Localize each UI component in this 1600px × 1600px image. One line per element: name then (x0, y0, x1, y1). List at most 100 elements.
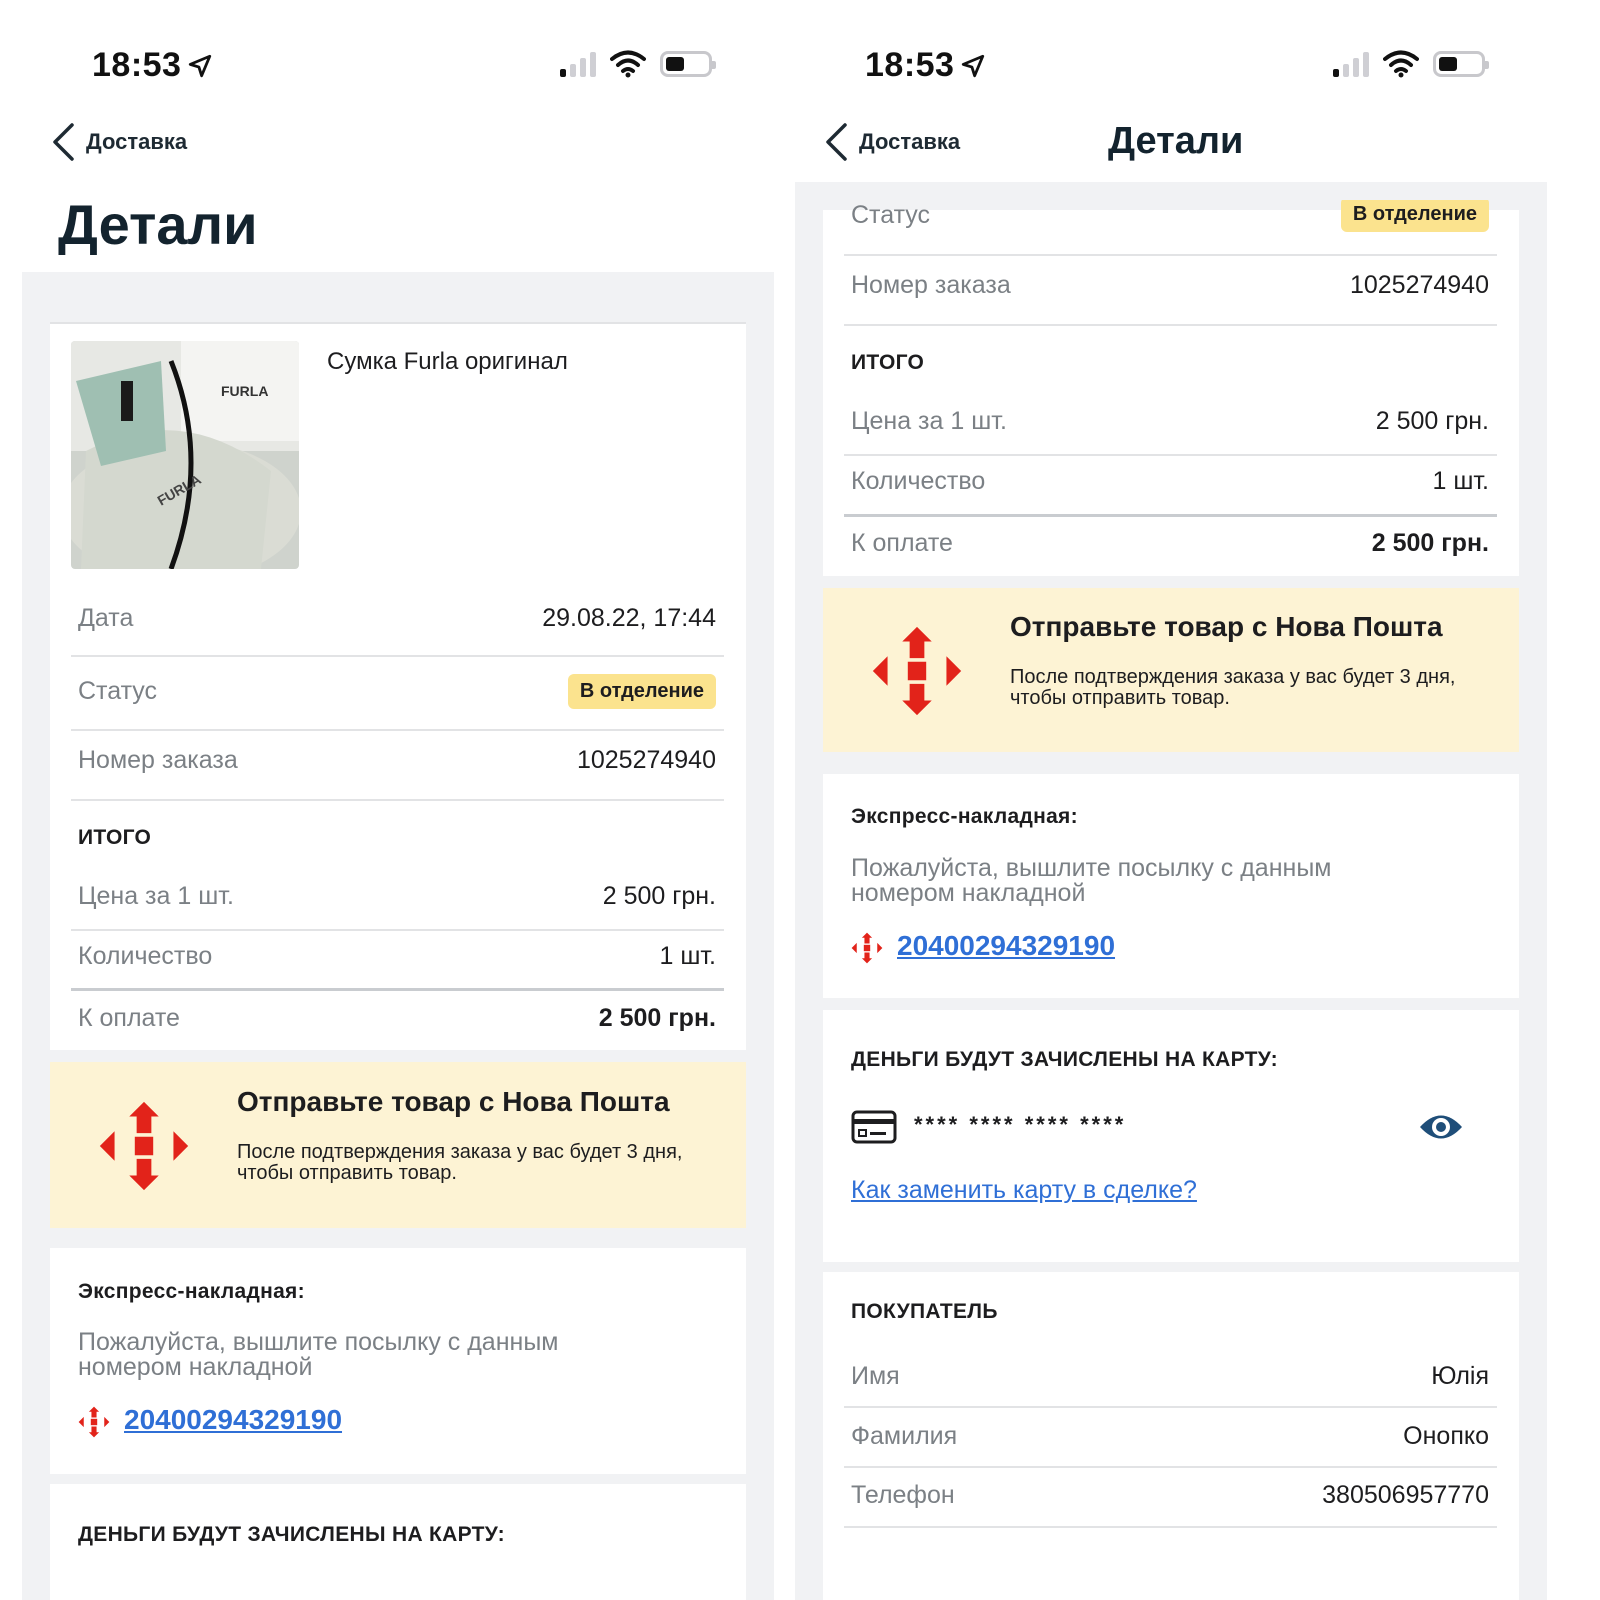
battery-icon (1433, 51, 1489, 77)
nova-poshta-small-icon (78, 1406, 110, 1438)
total-label: К оплате (851, 529, 953, 557)
totals-header: ИТОГО (78, 826, 152, 849)
waybill-text: Пожалуйста, вышлите посылку с данным ном… (78, 1330, 558, 1380)
price-row: Цена за 1 шт. 2 500 грн. (78, 882, 716, 911)
nova-poshta-small-icon (851, 932, 883, 964)
buyer-name-value: Юлія (1431, 1362, 1489, 1390)
quantity-label: Количество (851, 467, 986, 495)
page-title: Детали (58, 193, 258, 256)
total-value: 2 500 грн. (1371, 529, 1489, 557)
divider (71, 655, 724, 657)
payout-header: ДЕНЬГИ БУДУТ ЗАЧИСЛЕНЫ НА КАРТУ: (851, 1048, 1278, 1071)
buyer-header: ПОКУПАТЕЛЬ (851, 1300, 998, 1323)
quantity-value: 1 шт. (659, 942, 716, 970)
wifi-icon (1383, 50, 1419, 78)
location-arrow-icon (189, 54, 212, 77)
nav-title: Детали (1108, 120, 1244, 162)
divider (844, 254, 1497, 256)
buyer-phone-row: Телефон 380506957770 (851, 1481, 1489, 1510)
total-row: К оплате 2 500 грн. (78, 1004, 716, 1033)
location-arrow-icon (962, 54, 985, 77)
back-label: Доставка (86, 129, 188, 154)
time-text: 18:53 (865, 46, 955, 84)
waybill-number-link[interactable]: 20400294329190 (897, 930, 1115, 962)
order-number-value: 1025274940 (1349, 271, 1489, 299)
quantity-row: Количество 1 шт. (78, 942, 716, 971)
nova-poshta-text: После подтверждения заказа у вас будет 3… (237, 1142, 682, 1184)
signal-icon (560, 51, 596, 77)
status-label: Статус (851, 200, 931, 229)
divider (71, 729, 724, 731)
product-title[interactable]: Сумка Furla оригинал (327, 348, 568, 376)
date-label: Дата (78, 604, 134, 632)
buyer-phone-value[interactable]: 380506957770 (1322, 1481, 1489, 1510)
status-icons (560, 50, 716, 78)
status-label: Статус (78, 677, 158, 705)
quantity-value: 1 шт. (1432, 467, 1489, 495)
waybill-text: Пожалуйста, вышлите посылку с данным ном… (851, 856, 1331, 906)
nova-poshta-title: Отправьте товар с Нова Пошта (237, 1086, 670, 1117)
divider (71, 929, 724, 931)
divider (844, 1466, 1497, 1468)
nova-poshta-text: После подтверждения заказа у вас будет 3… (1010, 667, 1455, 709)
nova-poshta-text-line: После подтверждения заказа у вас будет 3… (1010, 666, 1456, 688)
buyer-name-label: Имя (851, 1362, 900, 1390)
nova-poshta-logo-icon (872, 626, 962, 716)
date-row: Дата 29.08.22, 17:44 (78, 604, 716, 633)
nova-poshta-title: Отправьте товар с Нова Пошта (1010, 611, 1443, 642)
change-card-link[interactable]: Как заменить карту в сделке? (851, 1176, 1197, 1205)
eye-icon[interactable] (1418, 1108, 1464, 1146)
back-label: Доставка (859, 129, 961, 154)
credit-card-icon (851, 1110, 897, 1144)
nova-poshta-text-line: После подтверждения заказа у вас будет 3… (237, 1141, 683, 1163)
quantity-row: Количество 1 шт. (851, 467, 1489, 496)
divider (844, 324, 1497, 326)
battery-icon (660, 51, 716, 77)
order-number-row: Номер заказа 1025274940 (851, 271, 1489, 300)
buyer-surname-value: Онопко (1403, 1422, 1489, 1450)
total-label: К оплате (78, 1004, 180, 1032)
price-label: Цена за 1 шт. (851, 407, 1007, 435)
status-row: Статус В отделение (851, 200, 1489, 236)
waybill-text-line: Пожалуйста, вышлите посылку с данным (78, 1328, 559, 1356)
status-row: Статус В отделение (78, 674, 716, 709)
payout-header: ДЕНЬГИ БУДУТ ЗАЧИСЛЕНЫ НА КАРТУ: (78, 1523, 505, 1546)
divider (71, 988, 724, 991)
order-number-label: Номер заказа (78, 746, 238, 774)
chevron-left-icon (826, 123, 847, 161)
order-number-row: Номер заказа 1025274940 (78, 746, 716, 775)
back-button[interactable]: Доставка (50, 122, 187, 162)
date-value: 29.08.22, 17:44 (542, 604, 716, 632)
status-icons (1333, 50, 1489, 78)
waybill-number-link[interactable]: 20400294329190 (124, 1404, 342, 1436)
signal-icon (1333, 51, 1369, 77)
waybill-text-line: номером накладной (851, 879, 1086, 907)
divider (844, 1406, 1497, 1408)
card-number-mask: **** **** **** **** (914, 1112, 1127, 1137)
back-button[interactable]: Доставка (823, 122, 960, 162)
divider (844, 514, 1497, 517)
buyer-phone-label: Телефон (851, 1481, 955, 1509)
totals-header: ИТОГО (851, 351, 925, 374)
quantity-label: Количество (78, 942, 213, 970)
waybill-text-line: Пожалуйста, вышлите посылку с данным (851, 854, 1332, 882)
buyer-surname-label: Фамилия (851, 1422, 958, 1450)
wifi-icon (610, 50, 646, 78)
chevron-left-icon (53, 123, 74, 161)
divider (844, 1526, 1497, 1528)
waybill-header: Экспресс-накладная: (78, 1280, 305, 1303)
order-number-value: 1025274940 (576, 746, 716, 774)
status-badge: В отделение (567, 674, 716, 709)
price-row: Цена за 1 шт. 2 500 грн. (851, 407, 1489, 436)
status-time: 18:53 (865, 46, 986, 85)
divider (844, 454, 1497, 456)
product-image[interactable]: FURLA FURLA (71, 341, 299, 569)
buyer-surname-row: Фамилия Онопко (851, 1422, 1489, 1451)
order-number-label: Номер заказа (851, 271, 1011, 299)
total-row: К оплате 2 500 грн. (851, 529, 1489, 558)
divider (71, 799, 724, 801)
image-logo-text: FURLA (221, 383, 268, 399)
nova-poshta-text-line: чтобы отправить товар. (237, 1162, 457, 1184)
waybill-text-line: номером накладной (78, 1353, 313, 1381)
status-badge: В отделение (1340, 200, 1489, 232)
